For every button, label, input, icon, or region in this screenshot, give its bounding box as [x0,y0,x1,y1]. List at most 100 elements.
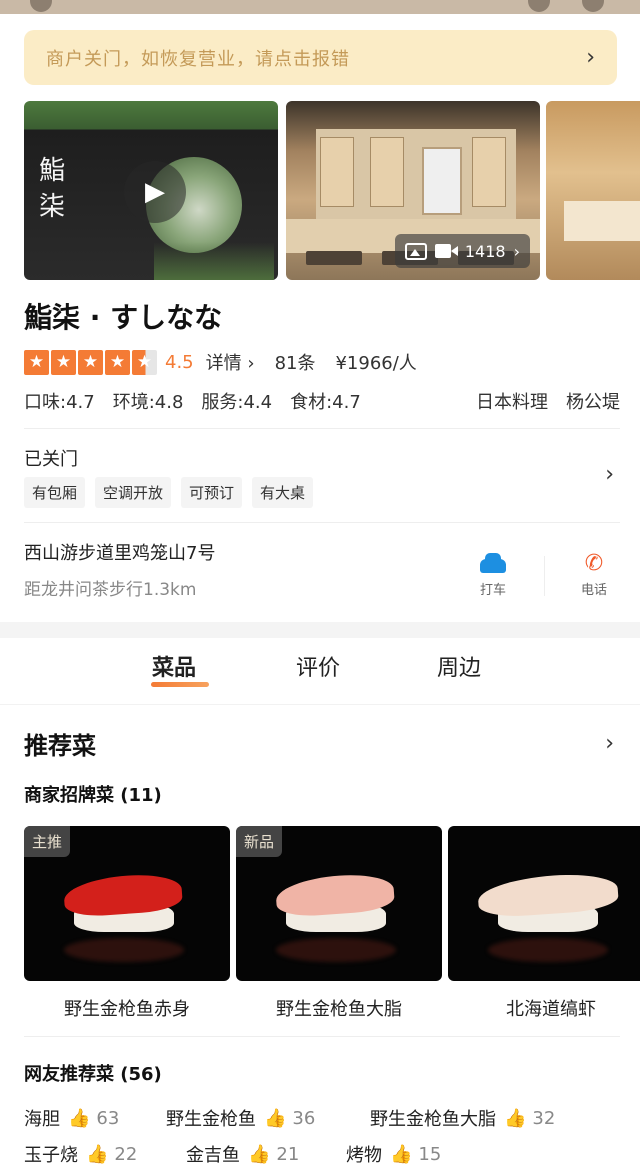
phone-icon: ✆ [584,551,604,576]
top-photo-strip [0,0,640,14]
photo-count-badge[interactable]: 1418 › [394,234,530,268]
recommend-title: 推荐菜 [24,732,96,760]
call-button[interactable]: ✆ 电话 [564,551,624,599]
closed-notice-banner[interactable]: 商户关门，如恢复营业，请点击报错 › [24,30,617,85]
shop-name: 鮨柒 · すしなな [24,301,223,334]
netizen-dish-item[interactable]: 烤物 👍 15 [346,1141,441,1165]
netizen-dish-item[interactable]: 野生金枪鱼大脂 👍 32 [370,1105,555,1131]
like-count: 21 [276,1143,300,1165]
active-tab-indicator [151,682,209,687]
rating-row: ★ ★ ★ ★ ★ 4.5 详情 › 81条 ¥1966/人 [24,348,437,376]
thumbs-up-icon: 👍 [504,1107,527,1129]
shop-address[interactable]: 西山游步道里鸡笼山7号 [24,539,215,565]
taste-score: 口味:4.7 [24,392,95,413]
tag-private-room: 有包厢 [24,477,86,508]
star-icon: ★ [51,349,76,375]
thumbs-up-icon: 👍 [264,1107,287,1129]
tag-reservable: 可预订 [181,477,243,508]
thumbs-up-icon: 👍 [86,1143,109,1165]
like-count: 22 [114,1143,138,1165]
star-half-icon: ★ [132,349,157,375]
video-icon [434,244,458,258]
chevron-right-icon: › [586,45,595,70]
dish-name: 野生金枪鱼 [166,1109,256,1130]
taxi-label: 打车 [479,583,506,598]
dish-name: 野生金枪鱼大脂 [276,999,402,1020]
section-gap [0,622,640,638]
star-icon: ★ [78,349,103,375]
star-icon: ★ [105,349,130,375]
interior-photo-2[interactable] [546,101,640,280]
photo-count: 1418 [464,241,506,261]
netizen-dishes-title: 网友推荐菜 (56) [24,1064,162,1085]
content-tabs: 菜品 评价 周边 [0,650,640,700]
rating-score: 4.5 [165,351,194,373]
ingredient-score: 食材:4.7 [290,392,361,413]
interior-photo[interactable]: 1418 › [286,101,540,280]
divider [24,1036,620,1037]
video-thumbnail[interactable]: 鮨柒 ▶ [24,101,278,280]
tag-large-table: 有大桌 [252,477,314,508]
like-count: 32 [532,1107,556,1129]
thumbs-up-icon: 👍 [68,1107,91,1129]
thumbs-up-icon: 👍 [390,1143,413,1165]
chevron-right-icon[interactable]: › [605,462,614,487]
play-icon[interactable]: ▶ [124,161,186,223]
dish-photo: 主推 [24,826,230,981]
thumbs-up-icon: 👍 [248,1143,271,1165]
rating-detail-link[interactable]: 详情 › [206,349,255,375]
tab-reviews[interactable]: 评价 [296,650,340,682]
business-status[interactable]: 已关门 [24,445,78,471]
netizen-dish-item[interactable]: 金吉鱼 👍 21 [186,1141,299,1165]
dish-card[interactable]: 北海道缟虾 [448,826,640,1021]
call-label: 电话 [580,583,607,598]
sub-scores: 口味:4.7 环境:4.8 服务:4.4 食材:4.7 日本料理 杨公堤 [24,388,620,414]
image-icon [404,242,427,260]
tab-nearby[interactable]: 周边 [437,650,481,682]
netizen-dish-row: 海胆 👍 63 野生金枪鱼 👍 36 野生金枪鱼大脂 👍 32 [24,1104,620,1132]
like-count: 36 [292,1107,316,1129]
netizen-dish-item[interactable]: 野生金枪鱼 👍 36 [166,1105,315,1131]
dish-photo: 新品 [236,826,442,981]
shop-logo-sign: 鮨柒 [39,156,66,222]
divider [24,522,620,523]
like-count: 63 [96,1107,120,1129]
netizen-dish-item[interactable]: 海胆 👍 63 [24,1105,119,1131]
dish-badge: 主推 [24,826,71,857]
star-icon: ★ [24,349,49,375]
nav-button-back[interactable] [30,0,52,12]
chevron-right-icon: › [513,241,520,261]
dish-name: 野生金枪鱼大脂 [370,1109,496,1130]
review-count[interactable]: 81条 [275,349,316,375]
signature-dish-carousel[interactable]: 主推 野生金枪鱼赤身 新品 野生金枪鱼大脂 北海道缟虾 [24,826,640,1026]
dish-badge: 新品 [236,826,283,857]
netizen-dish-item[interactable]: 玉子烧 👍 22 [24,1141,137,1165]
dish-name: 北海道缟虾 [506,999,596,1020]
signature-dishes-title: 商家招牌菜 (11) [24,785,162,806]
distance-info: 距龙井问茶步行1.3km [24,580,197,600]
dish-card[interactable]: 主推 野生金枪鱼赤身 [24,826,230,1021]
dish-card[interactable]: 新品 野生金枪鱼大脂 [236,826,442,1021]
chevron-right-icon[interactable]: › [605,731,614,756]
photo-gallery[interactable]: 鮨柒 ▶ 1418 › [24,101,640,280]
chevron-right-icon: › [247,353,255,374]
closed-notice-text: 商户关门，如恢复营业，请点击报错 [46,48,350,70]
dish-name: 金吉鱼 [186,1145,240,1165]
taxi-button[interactable]: 打车 [463,553,523,598]
category-link[interactable]: 日本料理 [476,388,548,414]
tag-air-conditioning: 空调开放 [95,477,172,508]
dish-name: 野生金枪鱼赤身 [64,999,190,1020]
dish-name: 海胆 [24,1109,60,1130]
tab-dishes[interactable]: 菜品 [152,650,196,682]
like-count: 15 [418,1143,442,1165]
dish-photo [448,826,640,981]
nav-button-favorite[interactable] [528,0,550,12]
area-link[interactable]: 杨公堤 [566,388,620,414]
car-icon [463,553,523,575]
service-score: 服务:4.4 [201,392,273,413]
facility-tags[interactable]: 有包厢 空调开放 可预订 有大桌 [24,477,314,508]
netizen-dish-row: 玉子烧 👍 22 金吉鱼 👍 21 烤物 👍 15 [24,1140,620,1165]
star-rating: ★ ★ ★ ★ ★ [24,349,157,375]
nav-button-share[interactable] [582,0,604,12]
environment-score: 环境:4.8 [112,392,184,413]
